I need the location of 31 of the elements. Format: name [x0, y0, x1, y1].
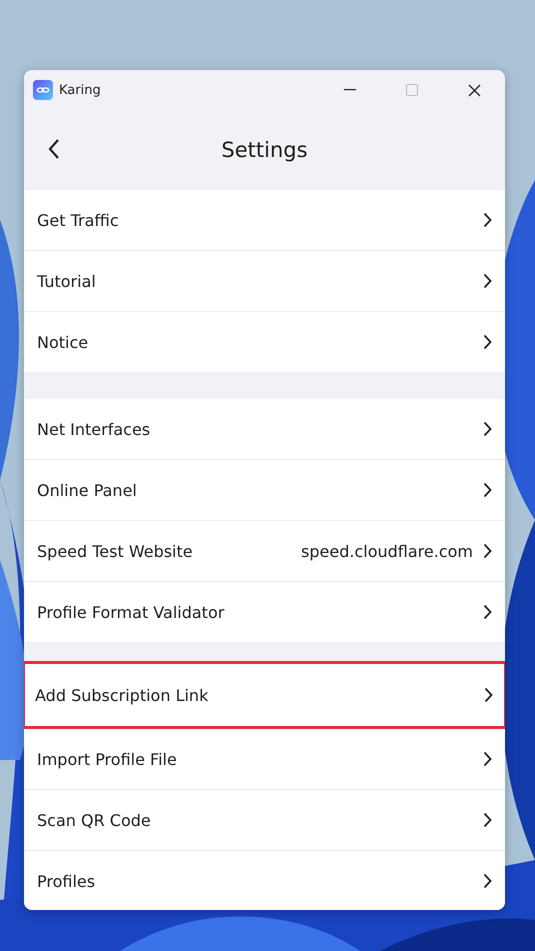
settings-row[interactable]: Profile Format Validator [24, 582, 505, 643]
chevron-right-icon [483, 543, 492, 559]
maximize-icon [406, 84, 418, 96]
chevron-right-icon [484, 687, 493, 703]
setting-value: speed.cloudflare.com [301, 542, 473, 560]
back-icon [48, 138, 60, 160]
chevron-right-icon [483, 873, 492, 889]
chevron-right-icon [483, 273, 492, 289]
back-button[interactable] [48, 138, 60, 160]
close-icon [468, 84, 480, 96]
chevron-right-icon [483, 604, 492, 620]
minimize-icon [344, 89, 356, 91]
chevron-right-icon [483, 812, 492, 828]
settings-row[interactable]: Add Subscription Link [24, 661, 505, 729]
settings-row[interactable]: Notice [24, 312, 505, 373]
app-logo-icon [33, 80, 53, 100]
settings-row[interactable]: Online Panel [24, 460, 505, 521]
window-title: Karing [59, 82, 102, 98]
settings-row[interactable]: Import Profile File [24, 729, 505, 790]
settings-row[interactable]: Speed Test Website speed.cloudflare.com [24, 521, 505, 582]
chevron-right-icon [483, 751, 492, 767]
settings-row[interactable]: Tutorial [24, 251, 505, 312]
chevron-right-icon [483, 334, 492, 350]
chevron-right-icon [483, 212, 492, 228]
page-title: Settings [221, 138, 308, 162]
settings-row[interactable]: Get Traffic [24, 190, 505, 251]
chevron-right-icon [483, 482, 492, 498]
settings-row[interactable]: Net Interfaces [24, 399, 505, 460]
settings-row[interactable]: Profiles [24, 851, 505, 910]
chevron-right-icon [483, 421, 492, 437]
settings-row[interactable]: Scan QR Code [24, 790, 505, 851]
